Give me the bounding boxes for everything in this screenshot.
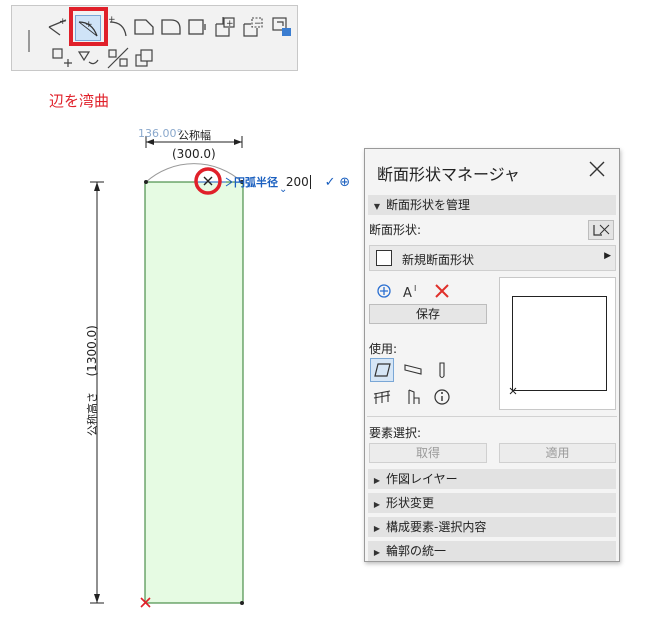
use-beam-icon[interactable] <box>402 359 424 381</box>
collapsed-triangle-icon: ▶ <box>373 524 381 533</box>
add-polygon-tool-icon[interactable]: + <box>213 14 237 38</box>
magic-wand-tool-icon[interactable] <box>269 14 293 38</box>
tool-caption: 辺を湾曲 <box>49 92 110 110</box>
section-components[interactable]: ▶ 構成要素-選択内容 <box>368 517 616 537</box>
profile-preview <box>499 277 616 410</box>
height-dimension-text: 公称高さ (1300.0) <box>84 316 102 436</box>
profile-dropdown-value: 新規断面形状 <box>402 253 475 267</box>
active-tool-highlight <box>69 7 108 46</box>
add-vertex-tool-icon[interactable]: + <box>46 14 70 38</box>
rotate-tool-icon[interactable] <box>76 46 100 70</box>
preview-square <box>512 296 607 391</box>
tracker-label: 円弧半径 <box>234 176 278 189</box>
rename-profile-icon[interactable]: AI <box>401 280 423 302</box>
section-manage-profiles[interactable]: ▼ 断面形状を管理 <box>368 195 616 215</box>
svg-text:+: + <box>59 17 67 27</box>
collapsed-triangle-icon: ▶ <box>373 476 381 485</box>
svg-text:−: − <box>254 19 262 29</box>
height-dimension-label: 公称高さ <box>86 392 99 436</box>
height-dimension-value: (1300.0) <box>85 325 99 377</box>
profile-settings-icon[interactable] <box>588 220 614 240</box>
arc-edge-tool-icon[interactable]: + <box>106 14 130 38</box>
arc-radius-tracker[interactable]: 円弧半径 200 ✓ ⊕ <box>234 174 350 192</box>
tracker-input[interactable]: 200 <box>285 175 311 189</box>
tracker-dropdown-chevron-icon[interactable]: ⌄ <box>279 184 287 195</box>
close-icon[interactable] <box>585 157 609 181</box>
svg-text:+: + <box>108 15 116 25</box>
profile-label: 断面形状: <box>369 223 422 237</box>
width-dimension-value: (300.0) <box>172 147 216 161</box>
svg-text:I: I <box>414 284 416 293</box>
info-icon[interactable] <box>431 386 453 408</box>
element-selection-label: 要素選択: <box>369 426 422 440</box>
width-dimension-label: 公称幅 <box>178 129 211 142</box>
mirror-tool-icon[interactable] <box>106 46 130 70</box>
section-drafting-layers[interactable]: ▶ 作図レイヤー <box>368 469 616 489</box>
svg-text:A: A <box>403 286 412 301</box>
expanded-triangle-icon: ▼ <box>373 202 381 211</box>
collapsed-triangle-icon: ▶ <box>373 548 381 557</box>
use-railing-icon[interactable] <box>371 386 393 408</box>
subtract-polygon-tool-icon[interactable]: − <box>241 14 265 38</box>
move-tool-icon[interactable] <box>50 46 74 70</box>
usage-label: 使用: <box>369 342 398 356</box>
svg-text:+: + <box>226 19 234 29</box>
toolbar-grip[interactable] <box>28 30 30 52</box>
use-object-icon[interactable] <box>402 386 424 408</box>
profile-polygon[interactable] <box>144 181 244 604</box>
use-wall-icon[interactable] <box>370 358 394 382</box>
divider <box>367 416 617 417</box>
apply-button[interactable]: 適用 <box>499 443 616 463</box>
profile-dropdown[interactable]: 新規断面形状 ▶ <box>369 245 616 271</box>
arc-angle-label: 136.00° <box>138 127 182 140</box>
shape-edit-toolbar: + + + + − <box>11 5 298 71</box>
get-button[interactable]: 取得 <box>369 443 487 463</box>
profile-swatch <box>376 250 392 266</box>
section-shape-modify[interactable]: ▶ 形状変更 <box>368 493 616 513</box>
delete-profile-icon[interactable] <box>431 280 453 302</box>
chamfer-tool-icon[interactable] <box>132 14 156 38</box>
fillet-tool-icon[interactable] <box>159 14 183 38</box>
confirm-check-icon[interactable]: ✓ <box>325 175 336 190</box>
chevron-right-icon: ▶ <box>604 251 611 261</box>
add-profile-icon[interactable] <box>373 280 395 302</box>
target-cross-icon[interactable]: ⊕ <box>339 175 350 190</box>
dialog-title: 断面形状マネージャ <box>377 165 520 184</box>
save-button[interactable]: 保存 <box>369 304 487 324</box>
preview-origin-icon <box>509 387 517 395</box>
collapsed-triangle-icon: ▶ <box>373 500 381 509</box>
use-column-icon[interactable] <box>431 359 453 381</box>
copy-tool-icon[interactable] <box>132 46 156 70</box>
section-unify-outline[interactable]: ▶ 輪郭の統一 <box>368 541 616 561</box>
profile-manager-dialog: 断面形状マネージャ ▼ 断面形状を管理 断面形状: 新規断面形状 ▶ AI 保存 … <box>364 148 620 562</box>
offset-edge-tool-icon[interactable] <box>186 14 210 38</box>
